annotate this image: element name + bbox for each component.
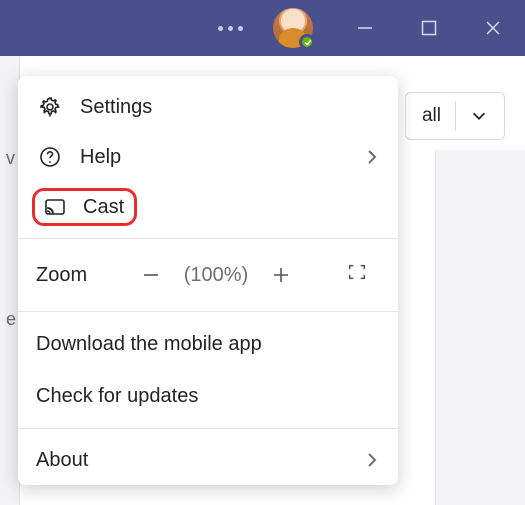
presence-indicator xyxy=(299,34,315,50)
left-rail-peek: v e xyxy=(0,56,20,505)
side-panel-background xyxy=(435,150,525,505)
cast-highlight-annotation: Cast xyxy=(32,188,137,226)
zoom-value: (100%) xyxy=(174,264,258,287)
check-updates-menu-item[interactable]: Check for updates xyxy=(18,370,398,422)
split-divider xyxy=(455,101,456,131)
chevron-right-icon xyxy=(364,149,380,165)
menu-item-label: Cast xyxy=(83,196,124,219)
menu-separator xyxy=(18,428,398,429)
cast-icon xyxy=(41,193,69,221)
call-button-label: all xyxy=(422,105,441,127)
menu-item-label: Check for updates xyxy=(36,385,198,408)
chevron-right-icon xyxy=(364,452,380,468)
overflow-menu: Settings Help xyxy=(18,76,398,485)
more-options-button[interactable] xyxy=(209,7,251,49)
ellipsis-dot-icon xyxy=(238,26,243,31)
zoom-out-button[interactable] xyxy=(128,252,174,298)
zoom-row: Zoom (100%) xyxy=(18,245,398,305)
left-rail-char: e xyxy=(0,307,19,332)
settings-menu-item[interactable]: Settings xyxy=(18,82,398,132)
download-app-menu-item[interactable]: Download the mobile app xyxy=(18,318,398,370)
call-split-button[interactable]: all xyxy=(405,92,505,140)
app-window: v e all Settings xyxy=(0,0,525,505)
menu-item-label: Settings xyxy=(80,96,152,119)
about-menu-item[interactable]: About xyxy=(18,435,398,485)
fullscreen-icon xyxy=(346,261,368,289)
cast-menu-item[interactable]: Cast xyxy=(18,182,398,232)
maximize-button[interactable] xyxy=(397,0,461,56)
chevron-down-icon xyxy=(470,107,488,125)
menu-item-label: Help xyxy=(80,146,121,169)
close-button[interactable] xyxy=(461,0,525,56)
menu-separator xyxy=(18,238,398,239)
menu-item-label: About xyxy=(36,449,88,472)
menu-item-label: Download the mobile app xyxy=(36,333,262,356)
gear-icon xyxy=(36,93,64,121)
zoom-in-button[interactable] xyxy=(258,252,304,298)
title-bar xyxy=(0,0,525,56)
window-controls xyxy=(333,0,525,56)
left-rail-char: v xyxy=(0,146,19,171)
ellipsis-dot-icon xyxy=(218,26,223,31)
help-menu-item[interactable]: Help xyxy=(18,132,398,182)
ellipsis-dot-icon xyxy=(228,26,233,31)
user-avatar-button[interactable] xyxy=(273,8,313,48)
fullscreen-button[interactable] xyxy=(334,252,380,298)
help-icon xyxy=(36,143,64,171)
minimize-button[interactable] xyxy=(333,0,397,56)
zoom-label: Zoom xyxy=(36,264,128,287)
menu-separator xyxy=(18,311,398,312)
